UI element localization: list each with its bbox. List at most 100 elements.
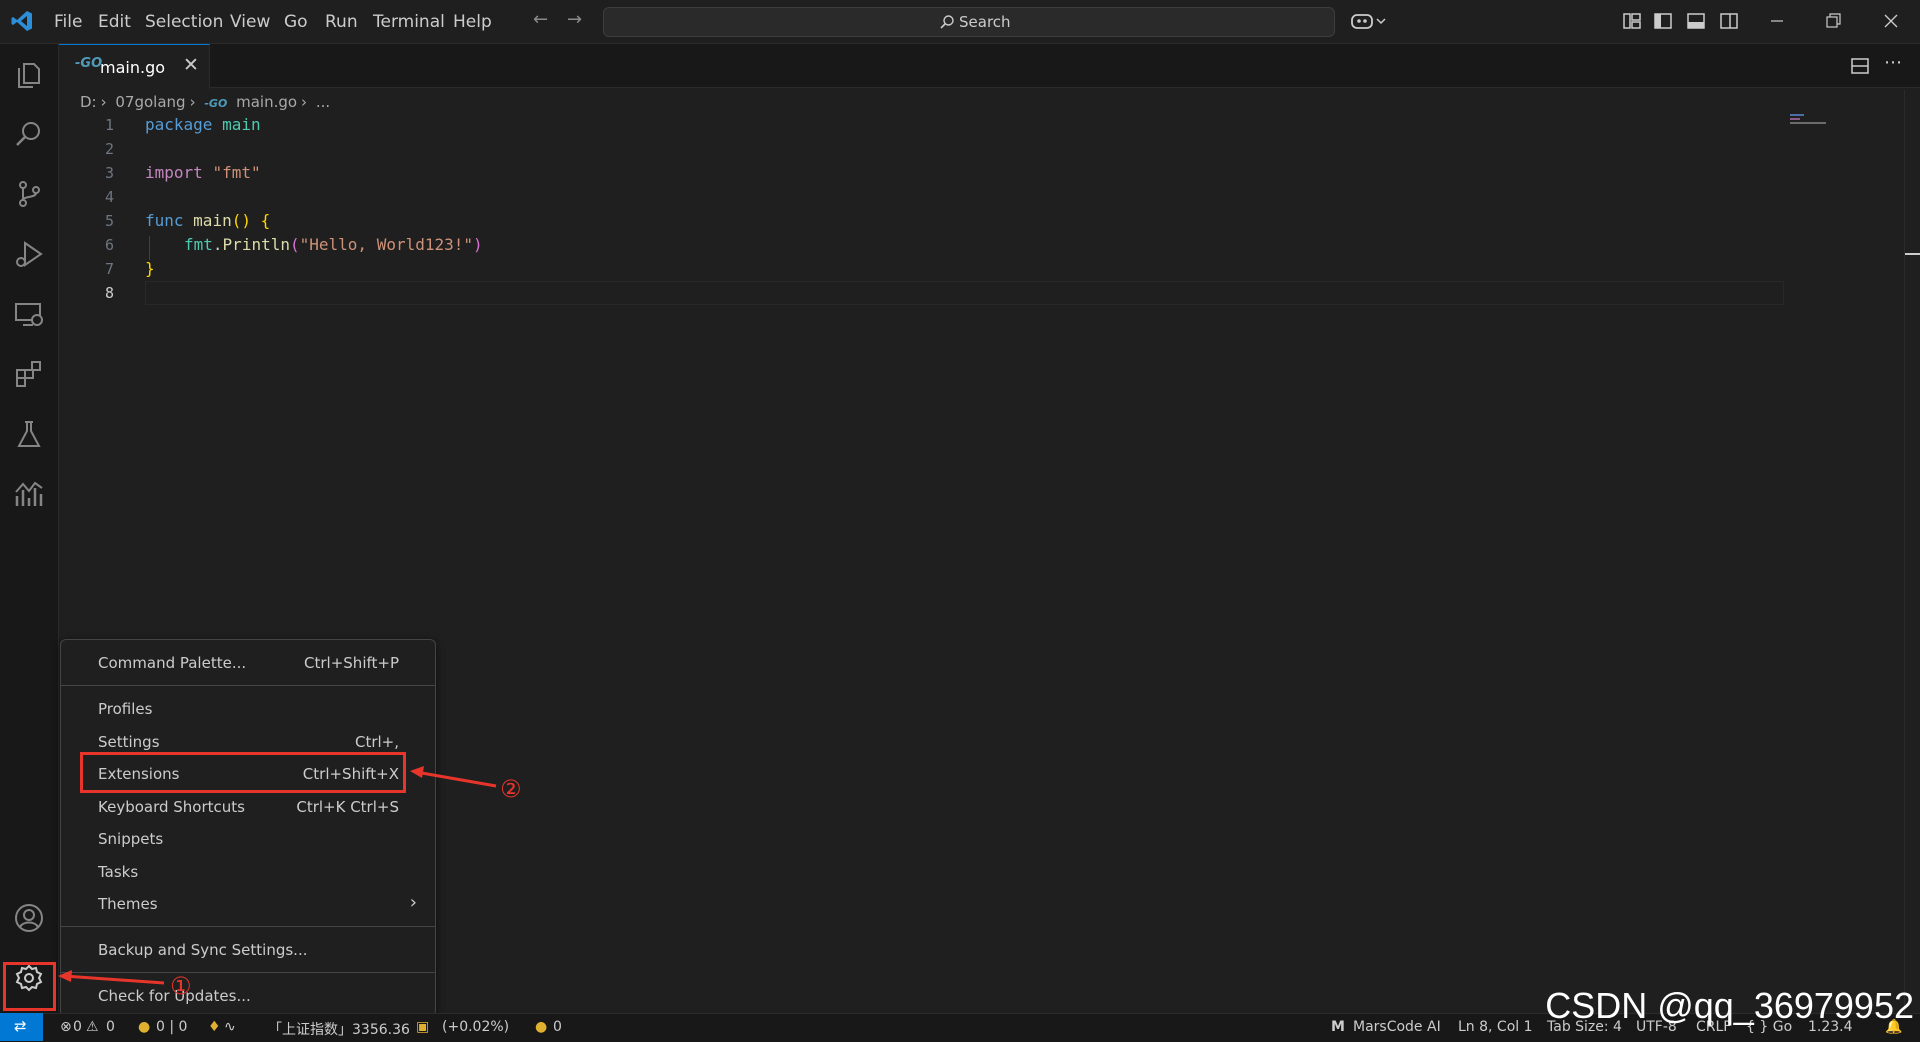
chart-icon: ▣ [416,1019,430,1035]
coin-count[interactable]: 0 [553,1019,562,1035]
title-bar: File Edit Selection View Go Run Terminal… [0,0,1920,44]
current-line-highlight [145,281,1784,305]
menu-selection[interactable]: Selection [145,12,223,32]
activity-bar [0,44,59,1013]
customize-layout-icon[interactable] [1622,11,1642,31]
menu-file[interactable]: File [54,12,82,32]
extensions-icon[interactable] [13,358,45,390]
code-line-7: } [145,259,155,278]
menu-run[interactable]: Run [325,12,358,32]
coin-icon: ● [138,1019,151,1035]
pulse-icon: ♦ [208,1019,221,1035]
toggle-panel-icon[interactable] [1686,11,1706,31]
menu-terminal[interactable]: Terminal [373,12,445,32]
menu-help[interactable]: Help [453,12,492,32]
vscode-logo-icon [11,11,32,31]
coins-status[interactable]: 0 | 0 [156,1019,187,1035]
stock-index[interactable]: 「上证指数」3356.36 [268,1019,410,1039]
tab-label: main.go [100,58,166,77]
menu-item-backup-sync[interactable]: Backup and Sync Settings... [61,935,435,965]
menu-edit[interactable]: Edit [98,12,131,32]
testing-icon[interactable] [13,418,45,450]
tab-bar [59,44,1920,88]
go-file-icon: -GO [204,97,228,110]
line-number: 5 [104,212,114,230]
line-number: 4 [104,188,114,206]
minimize-icon[interactable] [1767,11,1787,31]
search-sidebar-icon[interactable] [13,118,45,150]
breadcrumb-file[interactable]: main.go [236,93,297,111]
chevron-right-icon: › [189,93,196,111]
close-window-icon[interactable] [1881,11,1901,31]
more-actions-icon[interactable]: ⋯ [1884,52,1902,73]
marscode-status[interactable]: MarsCode AI [1353,1019,1441,1035]
code-line-1: package main [145,115,261,134]
indent-guide [149,236,150,260]
accounts-icon[interactable] [13,902,45,934]
menu-item-themes[interactable]: Themes › [61,889,435,919]
toggle-primary-sidebar-icon[interactable] [1653,11,1673,31]
marscode-icon: M [1331,1019,1345,1035]
copilot-icon[interactable] [1350,11,1388,31]
close-tab-icon[interactable]: ✕ [183,54,199,76]
annotation-box-extensions [80,752,406,793]
annotation-box-gear [3,962,56,1011]
menu-item-tasks[interactable]: Tasks [61,857,435,887]
chevron-right-icon: › [100,93,107,111]
breadcrumb-more[interactable]: ... [316,93,330,111]
remote-icon: ⇄ [14,1017,27,1035]
manage-context-menu: Command Palette... Ctrl+Shift+P Profiles … [60,639,436,1017]
go-file-icon: -GO [75,56,103,71]
errors-count[interactable]: 0 [73,1019,82,1035]
line-number: 3 [104,164,114,182]
code-line-3: import "fmt" [145,163,261,182]
menu-go[interactable]: Go [284,12,308,32]
chevron-right-icon: › [301,93,308,111]
menu-item-snippets[interactable]: Snippets [61,824,435,854]
split-editor-icon[interactable] [1850,56,1870,76]
command-center-search[interactable]: Search [603,7,1335,37]
warning-icon: ⚠ [86,1019,99,1035]
breadcrumb: D: › 07golang › -GO main.go › ... [80,93,334,111]
annotation-arrow [410,766,497,788]
source-control-icon[interactable] [13,178,45,210]
search-icon [940,15,954,29]
vertical-scrollbar[interactable] [1904,90,1920,1013]
back-arrow-icon[interactable]: ← [533,9,548,30]
line-number: 6 [104,236,114,254]
menu-separator [61,685,435,686]
code-line-6: fmt.Println("Hello, World123!") [184,235,483,254]
breadcrumb-folder[interactable]: 07golang [115,93,185,111]
stock-change[interactable]: (+0.02%) [442,1019,509,1035]
annotation-arrow [58,970,165,985]
remote-indicator[interactable]: ⇄ [0,1013,43,1041]
restore-icon[interactable] [1823,11,1843,31]
stock-chart-icon[interactable] [13,478,45,510]
errors-icon: ⊗ [60,1019,72,1035]
tab-main-go[interactable]: -GO main.go ✕ [59,44,210,89]
activity-icon: ∿ [224,1019,236,1035]
line-number-current: 8 [104,284,114,302]
cursor-position[interactable]: Ln 8, Col 1 [1458,1019,1533,1035]
explorer-icon[interactable] [13,58,45,90]
minimap[interactable] [1790,114,1826,126]
menu-item-keyboard-shortcuts[interactable]: Keyboard Shortcuts Ctrl+K Ctrl+S [61,792,435,822]
coin-icon: ● [535,1019,548,1035]
breadcrumb-drive[interactable]: D: [80,93,97,111]
forward-arrow-icon[interactable]: → [567,9,582,30]
toggle-secondary-sidebar-icon[interactable] [1719,11,1739,31]
menu-view[interactable]: View [230,12,270,32]
search-label: Search [959,13,1011,31]
run-debug-icon[interactable] [13,238,45,270]
warnings-count[interactable]: 0 [106,1019,115,1035]
menu-item-profiles[interactable]: Profiles [61,694,435,724]
menu-item-command-palette[interactable]: Command Palette... Ctrl+Shift+P [61,648,435,678]
line-number: 7 [104,260,114,278]
menu-separator [61,926,435,927]
line-number: 1 [104,116,114,134]
line-number: 2 [104,140,114,158]
annotation-number-2: ② [500,775,522,803]
code-line-5: func main() { [145,211,271,230]
remote-explorer-icon[interactable] [13,298,45,330]
annotation-number-1: ① [170,972,192,1000]
